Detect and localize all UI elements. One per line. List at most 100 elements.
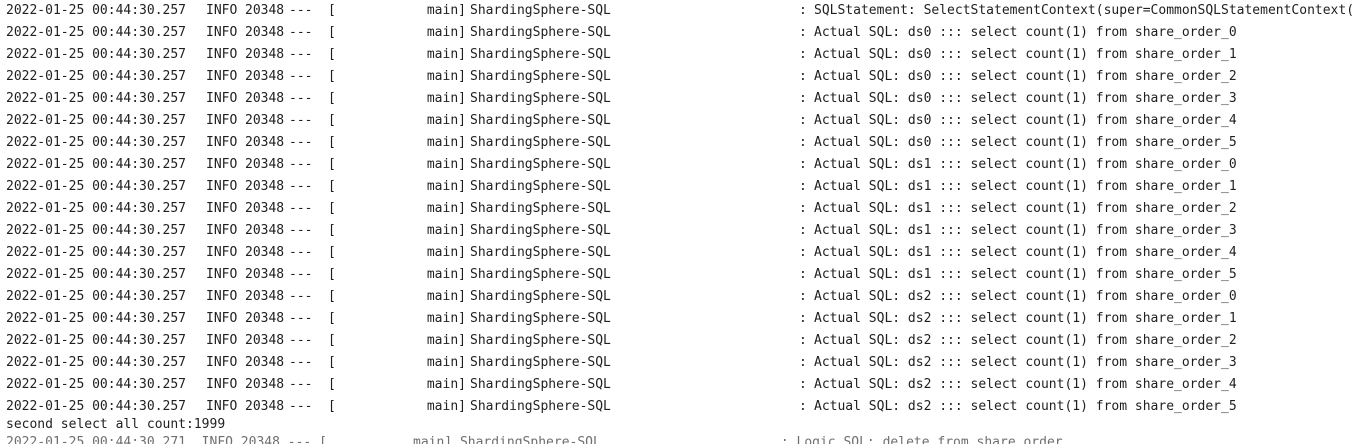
log-timestamp: 2022-01-25 00:44:30.257	[6, 377, 187, 392]
log-pid: 20348	[245, 25, 285, 40]
log-thread-bracket: [	[328, 135, 336, 150]
log-level: INFO	[206, 157, 238, 172]
log-thread-bracket: [	[328, 245, 336, 260]
log-thread: main]	[426, 157, 466, 172]
log-thread: main]	[426, 245, 466, 260]
log-thread: main]	[426, 399, 466, 414]
log-logger: ShardingSphere-SQL	[470, 91, 611, 106]
log-thread-bracket: [	[328, 157, 336, 172]
log-pid: 20348	[245, 377, 285, 392]
log-logger: ShardingSphere-SQL	[470, 289, 611, 304]
log-message: Actual SQL: ds2 ::: select count(1) from…	[814, 399, 1237, 414]
log-logger: ShardingSphere-SQL	[470, 69, 611, 84]
log-colon: :	[799, 91, 807, 106]
log-message: Actual SQL: ds1 ::: select count(1) from…	[814, 201, 1237, 216]
log-message: Actual SQL: ds2 ::: select count(1) from…	[814, 311, 1237, 326]
log-message: Actual SQL: ds0 ::: select count(1) from…	[814, 113, 1237, 128]
log-message: Actual SQL: ds0 ::: select count(1) from…	[814, 135, 1237, 150]
log-timestamp: 2022-01-25 00:44:30.257	[6, 179, 187, 194]
log-separator: ---	[289, 333, 313, 348]
log-timestamp: 2022-01-25 00:44:30.257	[6, 25, 187, 40]
log-separator: ---	[289, 311, 313, 326]
log-thread: main]	[426, 333, 466, 348]
log-pid: 20348	[245, 135, 285, 150]
log-separator: ---	[289, 245, 313, 260]
log-message: Actual SQL: ds0 ::: select count(1) from…	[814, 25, 1237, 40]
log-thread-bracket: [	[328, 333, 336, 348]
log-colon: :	[799, 245, 807, 260]
log-colon: :	[799, 223, 807, 238]
log-level: INFO	[206, 25, 238, 40]
log-thread-bracket: [	[328, 47, 336, 62]
log-separator: ---	[289, 267, 313, 282]
log-logger: ShardingSphere-SQL	[470, 333, 611, 348]
log-thread: main]	[426, 355, 466, 370]
log-separator: ---	[289, 355, 313, 370]
log-pid: 20348	[245, 333, 285, 348]
log-message: SQLStatement: SelectStatementContext(sup…	[814, 3, 1355, 18]
log-pid: 20348	[245, 113, 285, 128]
log-timestamp: 2022-01-25 00:44:30.257	[6, 3, 187, 18]
log-timestamp: 2022-01-25 00:44:30.257	[6, 135, 187, 150]
log-thread-bracket: [	[328, 201, 336, 216]
log-logger: ShardingSphere-SQL	[470, 157, 611, 172]
log-colon: :	[799, 113, 807, 128]
log-thread-bracket: [	[328, 223, 336, 238]
log-separator: ---	[289, 289, 313, 304]
log-level: INFO	[206, 113, 238, 128]
log-separator: ---	[289, 223, 313, 238]
log-level: INFO	[206, 311, 238, 326]
log-separator: ---	[289, 157, 313, 172]
log-thread: main]	[426, 223, 466, 238]
log-message: Actual SQL: ds1 ::: select count(1) from…	[814, 245, 1237, 260]
log-level: INFO	[206, 355, 238, 370]
log-pid: 20348	[245, 223, 285, 238]
log-timestamp: 2022-01-25 00:44:30.257	[6, 333, 187, 348]
log-thread-bracket: [	[328, 69, 336, 84]
log-colon: :	[799, 135, 807, 150]
log-level: INFO	[206, 267, 238, 282]
log-separator: ---	[289, 113, 313, 128]
log-logger: ShardingSphere-SQL	[470, 3, 611, 18]
log-colon: :	[799, 157, 807, 172]
log-message: Actual SQL: ds0 ::: select count(1) from…	[814, 69, 1237, 84]
log-thread-bracket: [	[328, 25, 336, 40]
log-timestamp: 2022-01-25 00:44:30.257	[6, 223, 187, 238]
log-message: Actual SQL: ds1 ::: select count(1) from…	[814, 179, 1237, 194]
log-level: INFO	[206, 201, 238, 216]
log-timestamp: 2022-01-25 00:44:30.257	[6, 91, 187, 106]
log-pid: 20348	[245, 91, 285, 106]
log-level: INFO	[206, 289, 238, 304]
log-colon: :	[799, 69, 807, 84]
log-thread: main]	[426, 267, 466, 282]
log-thread: main]	[426, 289, 466, 304]
log-separator: ---	[289, 179, 313, 194]
log-level: INFO	[206, 135, 238, 150]
log-colon: :	[799, 289, 807, 304]
log-colon: :	[799, 3, 807, 18]
log-separator: ---	[289, 47, 313, 62]
log-colon: :	[799, 179, 807, 194]
log-pid: 20348	[245, 245, 285, 260]
log-logger: ShardingSphere-SQL	[470, 201, 611, 216]
log-colon: :	[799, 25, 807, 40]
log-colon: :	[799, 333, 807, 348]
log-colon: :	[799, 311, 807, 326]
log-level: INFO	[206, 333, 238, 348]
log-pid: 20348	[245, 355, 285, 370]
log-level: INFO	[206, 91, 238, 106]
log-thread-bracket: [	[328, 91, 336, 106]
log-logger: ShardingSphere-SQL	[470, 113, 611, 128]
log-pid: 20348	[245, 157, 285, 172]
log-separator: ---	[289, 377, 313, 392]
log-logger: ShardingSphere-SQL	[470, 179, 611, 194]
log-logger: ShardingSphere-SQL	[470, 245, 611, 260]
log-pid: 20348	[245, 47, 285, 62]
log-logger: ShardingSphere-SQL	[470, 377, 611, 392]
log-separator: ---	[289, 399, 313, 414]
log-thread-bracket: [	[328, 311, 336, 326]
log-separator: ---	[289, 135, 313, 150]
log-level: INFO	[206, 3, 238, 18]
log-thread: main]	[426, 3, 466, 18]
console-output[interactable]: 2022-01-25 00:44:30.257 INFO 20348 --- [ main…	[0, 0, 1361, 444]
